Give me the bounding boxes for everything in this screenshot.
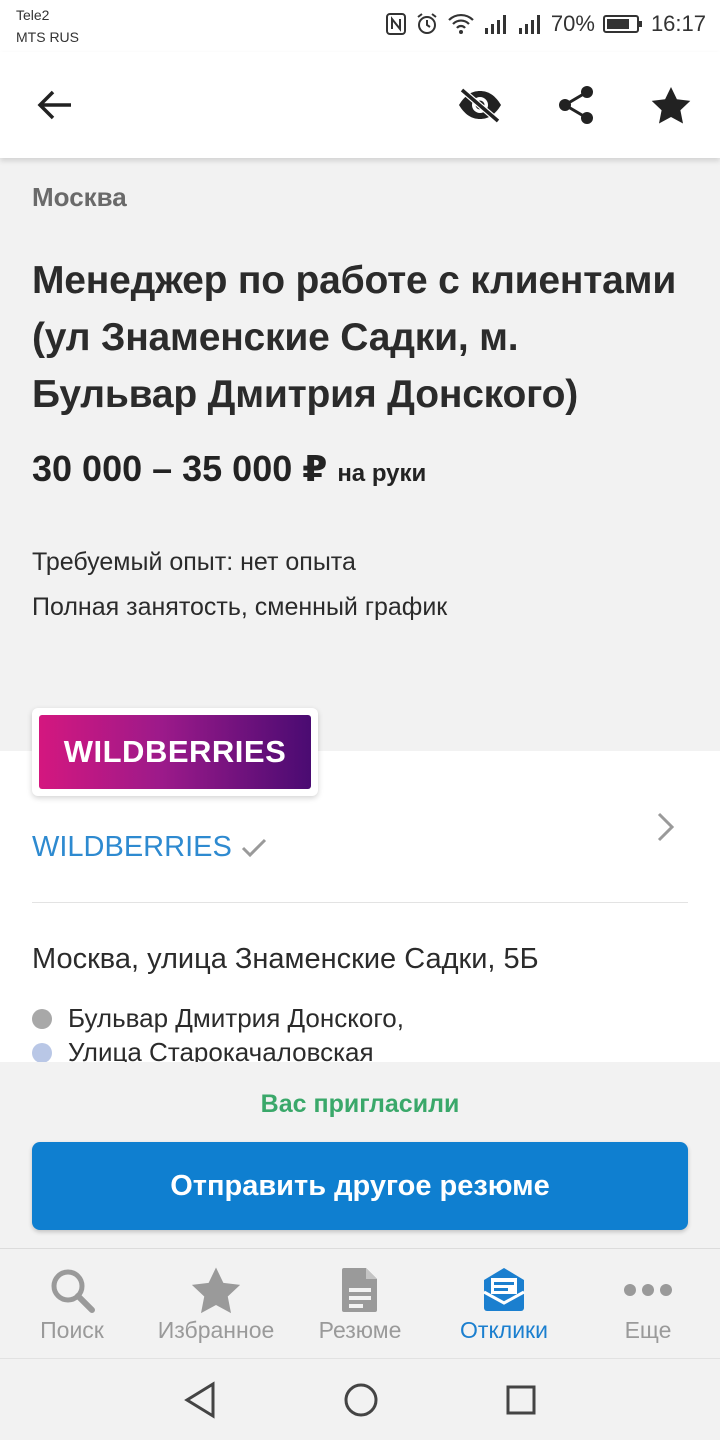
alarm-icon (415, 12, 439, 36)
system-nav-bar (0, 1358, 720, 1440)
company-name-text: WILDBERRIES (32, 831, 232, 863)
back-triangle-icon[interactable] (183, 1380, 217, 1419)
tab-more[interactable]: Еще (576, 1249, 720, 1358)
tab-search[interactable]: Поиск (0, 1249, 144, 1358)
salary: 30 000 – 35 000 ₽ на руки (32, 447, 688, 496)
metro-station: Улица Старокачаловская (32, 1037, 374, 1062)
hide-vacancy-button[interactable] (451, 76, 509, 134)
vacancy-meta: Требуемый опыт: нет опыта Полная занятос… (32, 540, 688, 630)
vacancy-content[interactable]: Москва Менеджер по работе с клиентами (у… (0, 158, 720, 1062)
tab-favorites[interactable]: Избранное (144, 1249, 288, 1358)
tab-label: Резюме (318, 1317, 402, 1343)
status-bar: Tele2 MTS RUS 70% 16:17 (0, 0, 720, 52)
salary-range: 30 000 – 35 000 ₽ (32, 448, 328, 489)
salary-suffix: на руки (337, 460, 427, 487)
wifi-icon (447, 13, 475, 35)
experience-text: Требуемый опыт: нет опыта (32, 548, 356, 576)
nfc-icon (385, 12, 407, 36)
tab-label: Отклики (460, 1317, 548, 1343)
battery-icon (602, 14, 643, 34)
company-logo: WILDBERRIES (39, 715, 311, 789)
signal-1-icon (483, 13, 509, 35)
favorite-button[interactable] (642, 76, 700, 134)
document-icon (342, 1268, 377, 1312)
star-icon (191, 1267, 241, 1314)
more-icon (624, 1284, 672, 1296)
vacancy-title: Менеджер по работе с клиентами (ул Знаме… (32, 259, 677, 416)
response-status: Вас пригласили (260, 1090, 460, 1118)
hide-eye-icon (459, 87, 501, 123)
company-address[interactable]: Москва, улица Знаменские Садки, 5Б (32, 943, 539, 976)
company-block: WILDBERRIES Москва, улица Знаменские Сад… (0, 751, 720, 1062)
schedule-text: Полная занятость, сменный график (32, 593, 448, 621)
tab-label: Еще (624, 1317, 672, 1343)
status-icons: 70% 16:17 (385, 8, 706, 40)
metro-station: Бульвар Дмитрия Донского, (32, 1003, 404, 1034)
company-logo-card[interactable]: WILDBERRIES (32, 708, 318, 796)
clock: 16:17 (650, 11, 706, 36)
carrier-primary: Tele2 (16, 7, 50, 23)
tab-resume[interactable]: Резюме (288, 1249, 432, 1358)
metro-station-name: Улица Старокачаловская (68, 1037, 374, 1062)
response-panel: Вас пригласили Отправить другое резюме (0, 1062, 720, 1248)
company-link-row[interactable]: WILDBERRIES (32, 812, 688, 903)
verified-check-icon (241, 838, 266, 857)
tab-label: Поиск (40, 1317, 104, 1343)
company-name[interactable]: WILDBERRIES (32, 831, 268, 864)
tab-label: Избранное (157, 1317, 275, 1343)
chevron-right-icon (657, 812, 675, 842)
star-icon (651, 87, 691, 124)
tab-responses[interactable]: Отклики (432, 1249, 576, 1358)
share-icon (559, 86, 593, 124)
signal-2-icon (517, 13, 543, 35)
app-bar (0, 52, 720, 158)
vacancy-city: Москва (32, 182, 127, 212)
send-another-resume-button[interactable]: Отправить другое резюме (32, 1142, 688, 1230)
back-arrow-icon (37, 90, 71, 120)
inbox-icon (483, 1268, 525, 1311)
carrier-info: Tele2 MTS RUS (16, 4, 79, 48)
battery-percent: 70% (550, 11, 595, 36)
recents-square-icon[interactable] (505, 1384, 537, 1416)
metro-line-dot (32, 1008, 52, 1029)
metro-line-dot (32, 1042, 52, 1062)
share-button[interactable] (547, 76, 605, 134)
home-circle-icon[interactable] (343, 1382, 379, 1418)
metro-station-name: Бульвар Дмитрия Донского, (68, 1003, 404, 1033)
back-button[interactable] (26, 76, 84, 134)
search-icon (51, 1269, 95, 1313)
carrier-secondary: MTS RUS (16, 29, 79, 45)
vacancy-header: Москва Менеджер по работе с клиентами (у… (0, 158, 720, 796)
bottom-tab-bar: Поиск Избранное Резюме Отклики Еще (0, 1248, 720, 1358)
